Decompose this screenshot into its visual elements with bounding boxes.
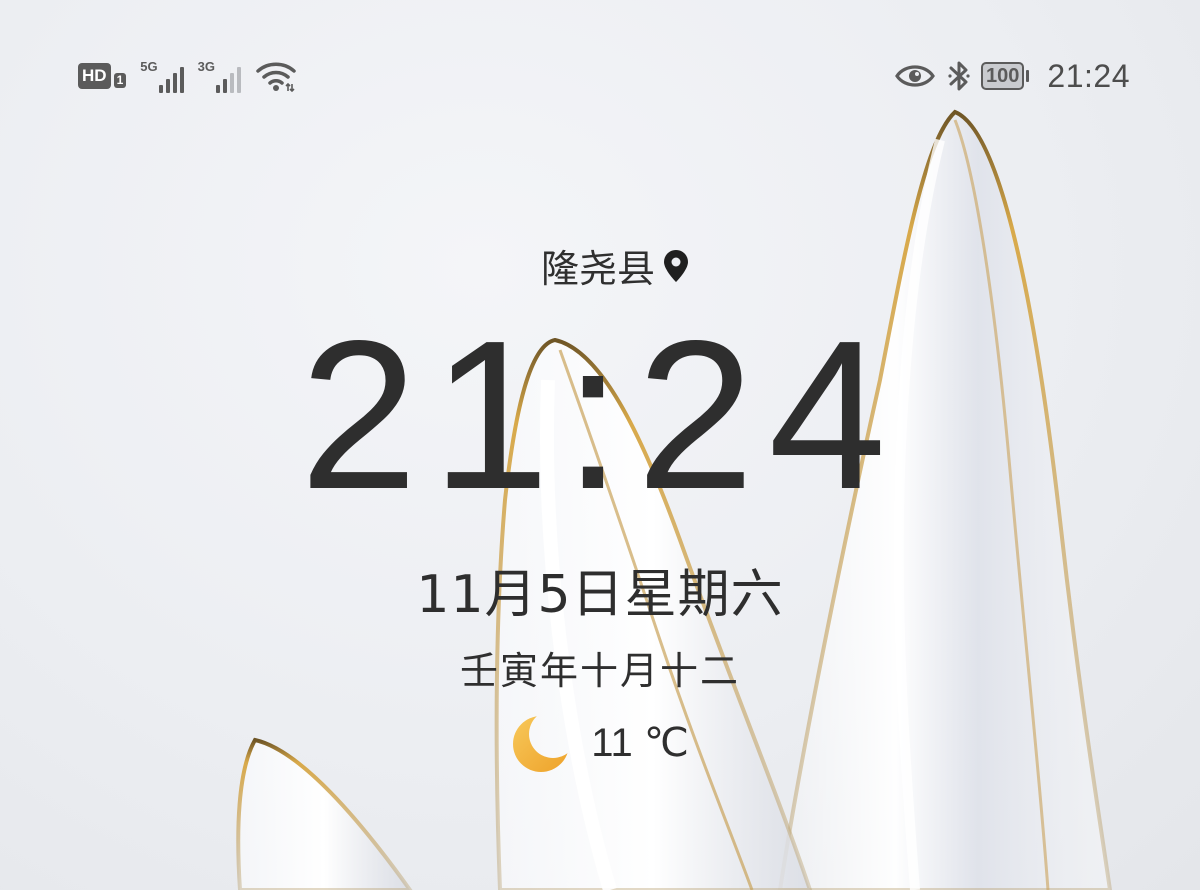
status-bar-time: 21:24 [1047, 57, 1130, 94]
sim2-network: 3G [198, 59, 241, 93]
weather-widget[interactable]: 11 ℃ [0, 712, 1200, 774]
sim2-signal-icon [215, 63, 241, 93]
status-bar: HD 1 5G 3G 100 21:24 [0, 0, 1200, 150]
lock-screen-date: 11月5日星期六 [416, 565, 784, 625]
lock-screen-clock[interactable]: 21:24 [0, 305, 1200, 525]
lunar-date: 壬寅年十月十二 [459, 649, 740, 693]
sim1-signal-icon [158, 63, 184, 93]
bluetooth-icon [948, 61, 970, 91]
battery-indicator: 100 [981, 62, 1030, 90]
sim1-network-type: 5G [140, 59, 158, 74]
location-name: 隆尧县 [540, 247, 655, 291]
eye-comfort-icon [895, 65, 935, 87]
temperature: 11 ℃ [591, 721, 689, 765]
location-pin-icon [664, 249, 688, 282]
status-bar-right: 100 21:24 [895, 56, 1130, 96]
location-row[interactable]: 隆尧县 [0, 238, 1200, 293]
hd-label: HD [78, 63, 111, 89]
hd-sim-number: 1 [113, 72, 127, 88]
battery-tip [1026, 70, 1030, 82]
crescent-moon-icon [513, 716, 570, 772]
wifi-icon [256, 62, 296, 93]
hd-voice-indicator: HD 1 [78, 63, 127, 89]
sim2-network-type: 3G [197, 59, 215, 74]
status-bar-left: HD 1 5G 3G [78, 56, 297, 96]
sim1-network: 5G [140, 59, 184, 93]
battery-level: 100 [981, 62, 1025, 90]
